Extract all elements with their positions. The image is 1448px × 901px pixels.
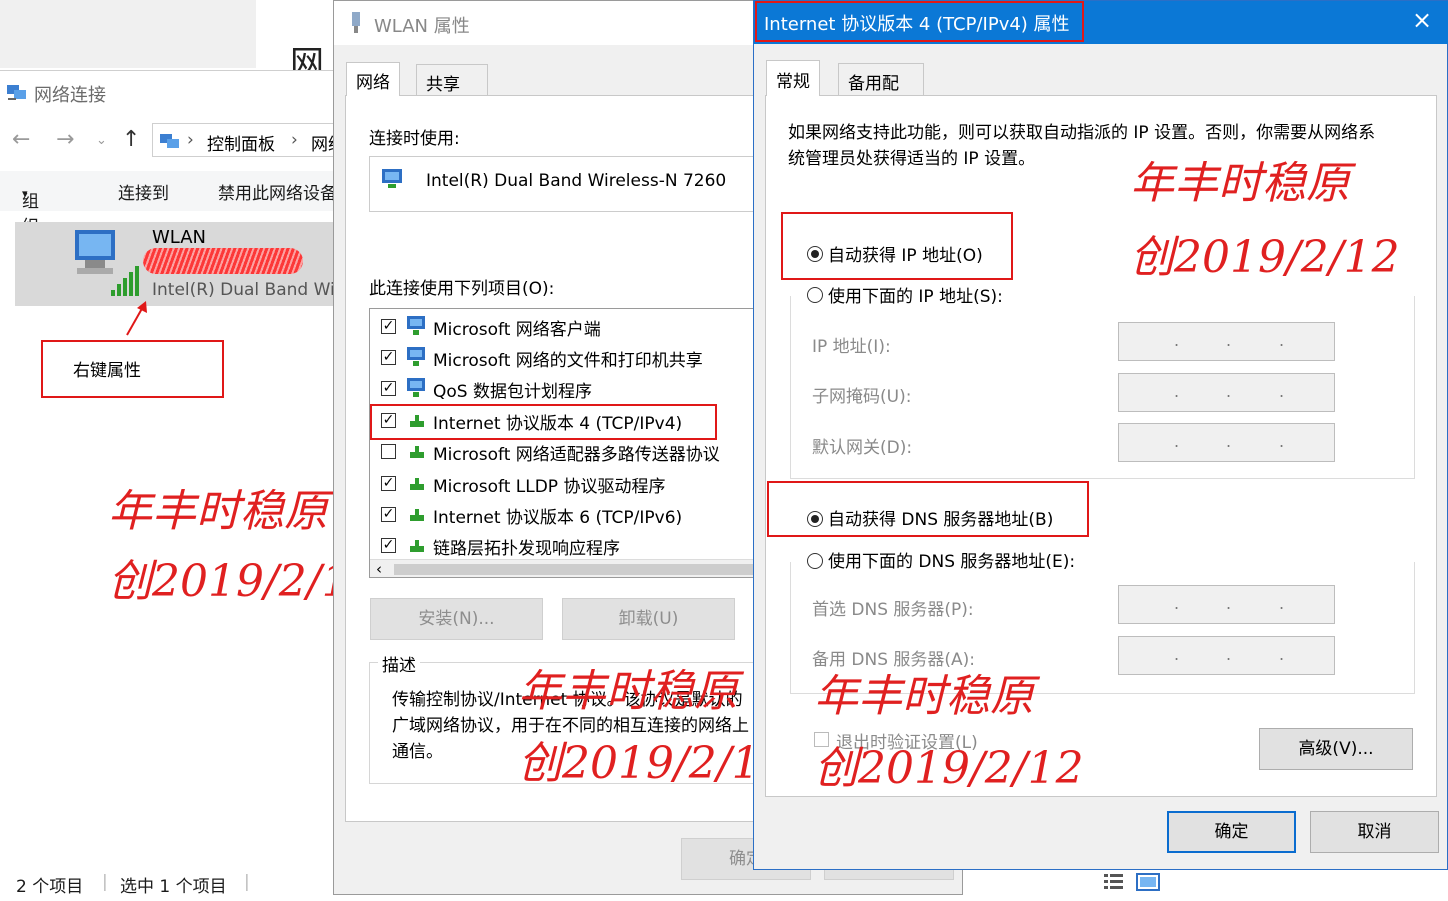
watermark-line2: 创2019/2/12 [1130,232,1400,283]
item-label[interactable]: 链路层拓扑发现响应程序 [433,534,620,559]
watermark-line2: 创2019/2/12 [518,738,788,789]
item-checkbox[interactable]: ✓ [381,381,396,396]
dropdown-caret-icon: ▾ [22,187,28,200]
item-label[interactable]: QoS 数据包计划程序 [433,377,592,402]
watermark-line1: 年丰时稳原 [518,666,738,717]
item-checkbox[interactable]: ✓ [381,350,396,365]
dialog-title: WLAN 属性 [374,16,470,37]
item-label[interactable]: Microsoft 网络的文件和打印机共享 [433,346,703,371]
window-title: 网络连接 [34,85,106,106]
connect-to-button[interactable]: 连接到 [118,179,169,204]
selected-count: 选中 1 个项目 [120,877,227,897]
ip-address-field[interactable]: ... [1118,322,1335,361]
network-adapter-icon [382,169,402,188]
auto-ip-highlight-box [781,212,1013,280]
scroll-left-icon[interactable]: ‹ [376,560,382,577]
ip-address-label: IP 地址(I): [812,337,891,357]
tab-sharing[interactable]: 共享 [416,64,488,97]
connection-device: Intel(R) Dual Band Wireless-N 7260 [152,280,340,300]
default-gateway-label: 默认网关(D): [812,438,913,458]
watermark-line2: 创2019/2/12 [814,743,1084,794]
tab-network[interactable]: 网络 [346,62,400,96]
ok-button[interactable]: 确定 [1167,811,1296,853]
watermark-line1: 年丰时稳原 [1130,158,1350,209]
network-connections-icon [7,85,26,100]
close-icon[interactable]: × [1412,6,1432,34]
item-label[interactable]: Microsoft 网络适配器多路传送器协议 [433,440,720,465]
item-checkbox[interactable] [381,444,396,459]
address-bar[interactable]: › 控制面板 › 网络 [152,123,340,157]
breadcrumb-control-panel[interactable]: 控制面板 [207,130,275,155]
status-bar: 2 个项目 | 选中 1 个项目 | [0,864,340,901]
annotation-box: 右键属性 [41,340,224,398]
title-highlight-box [755,1,1084,42]
subnet-mask-field[interactable]: ... [1118,373,1335,412]
back-arrow-icon[interactable]: ← [12,127,30,152]
network-connections-window: 网络连接 ← → ⌄ ↑ › 控制面板 › 网络 组织 ▾ 连接到 禁用此网络设… [0,70,340,901]
item-checkbox[interactable]: ✓ [381,507,396,522]
wlan-connection-item[interactable]: WLAN Intel(R) Dual Band Wireless-N 7260 [15,222,340,306]
breadcrumb-separator-icon: › [291,130,298,150]
status-divider: | [102,872,108,892]
connection-name: WLAN [152,227,207,248]
subnet-mask-label: 子网掩码(U): [812,387,912,407]
annotation-arrow-icon [126,301,147,336]
details-view-icon[interactable] [1103,872,1125,892]
item-label[interactable]: Microsoft LLDP 协议驱动程序 [433,472,665,497]
item-label[interactable]: Internet 协议版本 6 (TCP/IPv6) [433,503,682,528]
auto-dns-highlight-box [767,481,1089,537]
install-button[interactable]: 安装(N)... [370,598,543,640]
network-client-icon [407,378,425,397]
annotation-text: 右键属性 [73,361,141,381]
wireless-adapter-icon [75,230,139,296]
description-legend: 描述 [378,651,420,676]
cancel-button[interactable]: 取消 [1310,811,1439,853]
up-arrow-icon[interactable]: ↑ [122,127,140,152]
status-divider: | [244,872,250,892]
items-label: 此连接使用下列项目(O): [369,279,555,299]
alternate-dns-field[interactable]: ... [1118,636,1335,675]
uninstall-button[interactable]: 卸载(U) [562,598,735,640]
preferred-dns-field[interactable]: ... [1118,585,1335,624]
watermark-line1: 年丰时稳原 [108,486,328,537]
item-checkbox[interactable]: ✓ [381,538,396,553]
watermark-line1: 年丰时稳原 [814,671,1034,722]
title-bar: Internet 协议版本 4 (TCP/IPv4) 属性 × [754,1,1448,44]
protocol-icon [410,509,424,521]
adapter-display: Intel(R) Dual Band Wireless-N 7260 [369,156,789,212]
recent-locations-chevron-icon[interactable]: ⌄ [96,133,107,148]
adapter-name: Intel(R) Dual Band Wireless-N 7260 [426,171,727,191]
tab-general[interactable]: 常规 [766,60,820,96]
disable-device-button[interactable]: 禁用此网络设备 [218,179,337,204]
advanced-button[interactable]: 高级(V)... [1259,728,1413,770]
watermark-line2: 创2019/2/12 [108,556,340,607]
ipv4-highlight-box [370,404,717,440]
item-count: 2 个项目 [16,877,84,897]
horizontal-scrollbar[interactable]: ‹ [370,559,788,577]
control-panel-icon [160,134,179,148]
protocol-icon [410,540,424,552]
item-checkbox[interactable]: ✓ [381,476,396,491]
network-client-icon [407,347,425,366]
scrollbar-thumb[interactable] [394,564,774,575]
network-client-icon [407,316,425,335]
item-checkbox[interactable]: ✓ [381,319,396,334]
redaction-scribble [143,248,303,274]
ipv4-properties-dialog: Internet 协议版本 4 (TCP/IPv4) 属性 × 常规 备用配置 … [753,0,1448,870]
large-icons-view-icon[interactable] [1136,872,1160,892]
command-bar: 组织 ▾ 连接到 禁用此网络设备 [0,171,340,237]
tab-alternate-config[interactable]: 备用配置 [838,63,924,119]
protocol-icon [410,478,424,490]
connection-items-list: ✓ Microsoft 网络客户端 ✓ Microsoft 网络的文件和打印机共… [369,308,789,578]
protocol-icon [410,446,424,458]
preferred-dns-label: 首选 DNS 服务器(P): [812,600,974,620]
item-label[interactable]: Microsoft 网络客户端 [433,315,601,340]
connect-using-label: 连接时使用: [369,129,460,149]
default-gateway-field[interactable]: ... [1118,423,1335,462]
breadcrumb-separator-icon: › [187,130,194,150]
background-window [0,0,256,68]
wlan-adapter-icon [352,12,360,33]
forward-arrow-icon[interactable]: → [56,127,74,152]
